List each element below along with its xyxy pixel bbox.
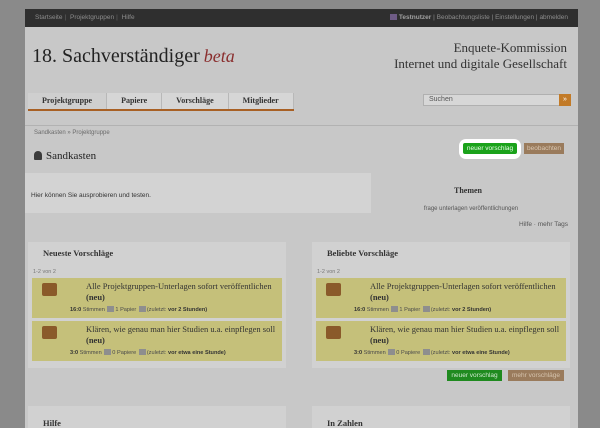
top-nav-bar: Startseite | Projektgruppen | Hilfe Testnu… [25,9,578,27]
papers-icon [391,306,399,312]
papers-icon [104,349,112,355]
proposal-meta: 16:0 Stimmen 1 Papier (zuletzt: vor 2 St… [354,306,492,313]
page-title: Sandkasten [34,150,96,162]
nav-link-abmelden[interactable]: abmelden [539,14,568,21]
papers-icon [107,306,115,312]
more-proposals-button[interactable]: mehr vorschläge [508,370,564,381]
search-input[interactable]: Suchen » [423,94,571,106]
main-tabs: Projektgruppe Papiere Vorschläge Mitglie… [28,93,294,111]
new-proposal-highlight: neuer vorschlag [459,139,521,159]
list-item[interactable]: Klären, wie genau man hier Studien u.a. … [32,321,282,361]
intro-text: Hier können Sie ausprobieren und testen. [31,192,151,199]
themen-heading: Themen [454,186,482,195]
commission-line-1: Enquete-Kommission [453,40,567,55]
themen-tags[interactable]: frage unterlagen veröffentlichungen [373,206,569,212]
comment-icon [138,349,146,355]
comment-icon [422,306,430,312]
popular-proposals-panel: Beliebte Vorschläge 1-2 von 2 Alle Proje… [312,242,570,368]
popular-range: 1-2 von 2 [317,269,340,275]
list-item[interactable]: Klären, wie genau man hier Studien u.a. … [316,321,566,361]
tab-projektgruppe[interactable]: Projektgruppe [28,93,108,109]
tab-vorschlaege[interactable]: Vorschläge [162,93,229,109]
help-panel: Hilfe [28,406,286,428]
newest-heading: Neueste Vorschläge [43,248,114,258]
proposal-meta: 3:0 Stimmen 0 Papiere (zuletzt: vor etwa… [70,349,226,356]
search-placeholder: Suchen [429,96,453,103]
puzzle-icon [326,283,341,296]
proposal-meta: 16:0 Stimmen 1 Papier (zuletzt: vor 2 St… [70,306,208,313]
nav-link-beobachtungsliste[interactable]: Beobachtungsliste [437,14,490,21]
papers-icon [388,349,396,355]
puzzle-icon [326,326,341,339]
sandbox-icon [34,151,42,160]
nav-link-hilfe[interactable]: Hilfe [122,14,135,21]
themen-links[interactable]: Hilfe · mehr Tags [519,221,568,228]
top-nav-links: Startseite | Projektgruppen | Hilfe [35,14,135,21]
user-name[interactable]: Testnutzer [399,14,431,21]
site-logo[interactable]: 18. Sachverständiger beta [32,45,235,68]
list-item[interactable]: Alle Projektgruppen-Unterlagen sofort ve… [32,278,282,318]
commission-line-2: Internet und digitale Gesellschaft [394,56,567,71]
tab-mitglieder[interactable]: Mitglieder [229,93,294,109]
page: Startseite | Projektgruppen | Hilfe Testnu… [25,9,578,428]
user-nav: Testnutzer | Beobachtungsliste | Einstel… [389,14,568,21]
newest-proposals-panel: Neueste Vorschläge 1-2 von 2 Alle Projek… [28,242,286,368]
numbers-panel: In Zahlen [312,406,570,428]
proposal-meta: 3:0 Stimmen 0 Papiere (zuletzt: vor etwa… [354,349,510,356]
search-submit-button[interactable]: » [559,94,571,106]
nav-link-projektgruppen[interactable]: Projektgruppen [70,14,114,21]
user-icon [389,14,397,20]
themen-panel: Themen frage unterlagen veröffentlichung… [373,173,578,233]
new-proposal-button[interactable]: neuer vorschlag [463,143,517,154]
list-item[interactable]: Alle Projektgruppen-Unterlagen sofort ve… [316,278,566,318]
comment-icon [138,306,146,312]
numbers-heading: In Zahlen [327,418,363,428]
new-proposal-button-bottom[interactable]: neuer vorschlag [447,370,502,381]
brand-title: 18. Sachverständiger [32,45,200,67]
commission-title: Enquete-Kommission Internet und digitale… [394,40,567,72]
proposal-title[interactable]: Klären, wie genau man hier Studien u.a. … [370,324,560,346]
header-divider [25,125,578,126]
puzzle-icon [42,326,57,339]
puzzle-icon [42,283,57,296]
newest-range: 1-2 von 2 [33,269,56,275]
proposal-title[interactable]: Klären, wie genau man hier Studien u.a. … [86,324,276,346]
page-title-text: Sandkasten [46,150,97,162]
brand-beta: beta [203,46,235,66]
intro-panel: Hier können Sie ausprobieren und testen. [25,173,371,213]
proposal-title[interactable]: Alle Projektgruppen-Unterlagen sofort ve… [86,281,276,303]
nav-link-einstellungen[interactable]: Einstellungen [495,14,534,21]
watch-button[interactable]: beobachten [524,143,564,154]
comment-icon [422,349,430,355]
help-heading: Hilfe [43,418,61,428]
proposal-title[interactable]: Alle Projektgruppen-Unterlagen sofort ve… [370,281,560,303]
breadcrumb[interactable]: Sandkasten » Projektgruppe [34,130,110,136]
nav-link-startseite[interactable]: Startseite [35,14,62,21]
popular-heading: Beliebte Vorschläge [327,248,399,258]
tab-papiere[interactable]: Papiere [107,93,163,109]
